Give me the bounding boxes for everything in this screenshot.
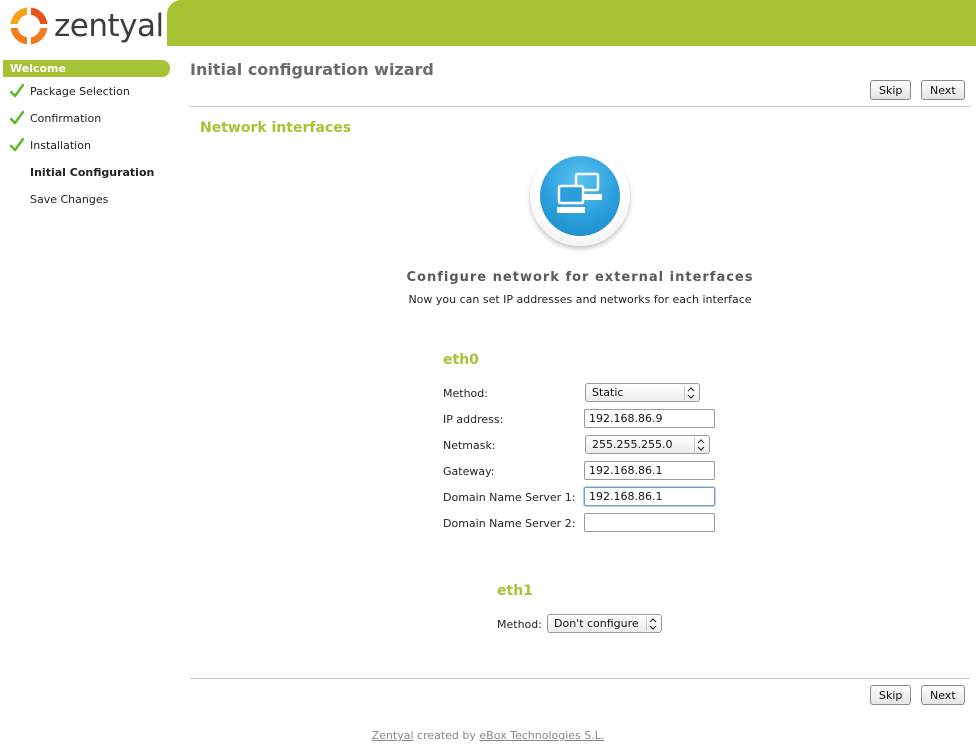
footer-created-by: created by — [417, 729, 476, 742]
eth0-dns1-input[interactable] — [584, 487, 715, 506]
eth0-method-select[interactable]: Static — [585, 383, 700, 402]
eth0-method-label: Method: — [443, 387, 488, 400]
step-label: Package Selection — [30, 85, 130, 98]
chevron-updown-icon — [694, 438, 705, 452]
eth0-title: eth0 — [443, 352, 479, 368]
sidebar: Welcome Package Selection Confirmation I… — [0, 60, 172, 218]
next-button-top[interactable]: Next — [921, 80, 965, 100]
eth1-method-label: Method: — [497, 618, 542, 631]
check-icon — [9, 110, 25, 125]
eth0-gateway-label: Gateway: — [443, 465, 495, 478]
step-label: Installation — [30, 139, 91, 152]
wizard-steps: Package Selection Confirmation Installat… — [0, 83, 172, 218]
skip-button-bottom[interactable]: Skip — [870, 685, 912, 705]
logo[interactable]: zentyal — [10, 6, 164, 46]
eth0-dns2-label: Domain Name Server 2: — [443, 517, 576, 530]
select-value: Static — [592, 386, 624, 399]
check-icon — [9, 137, 25, 152]
eth0-dns2-input[interactable] — [584, 513, 715, 532]
footer-brand-link[interactable]: Zentyal — [372, 729, 414, 742]
step-installation: Installation — [0, 137, 172, 164]
page-title: Initial configuration wizard — [190, 60, 434, 79]
computers-icon — [557, 172, 602, 213]
zentyal-logo-icon — [10, 7, 48, 45]
step-label: Confirmation — [30, 112, 102, 125]
eth0-netmask-select[interactable]: 255.255.255.0 — [585, 435, 710, 454]
eth0-gateway-input[interactable] — [584, 461, 715, 480]
step-initial-configuration: Initial Configuration — [0, 164, 172, 191]
footer-company-link[interactable]: eBox Technologies S.L. — [479, 729, 604, 742]
section-title: Network interfaces — [200, 120, 352, 136]
eth0-dns1-label: Domain Name Server 1: — [443, 491, 576, 504]
check-icon — [9, 83, 25, 98]
sidebar-welcome: Welcome — [3, 60, 170, 77]
eth1-title: eth1 — [497, 583, 533, 599]
step-label: Save Changes — [30, 193, 109, 206]
logo-area: zentyal — [0, 0, 181, 46]
logo-text: zentyal — [54, 7, 164, 44]
select-value: 255.255.255.0 — [592, 438, 673, 451]
network-icon — [530, 146, 630, 246]
eth0-netmask-label: Netmask: — [443, 439, 496, 452]
config-subtitle: Configure network for external interface… — [406, 270, 754, 285]
footer: Zentyal created by eBox Technologies S.L… — [0, 729, 976, 742]
config-description: Now you can set IP addresses and network… — [408, 293, 752, 306]
eth0-ip-label: IP address: — [443, 413, 504, 426]
eth0-ip-input[interactable] — [584, 409, 715, 428]
chevron-updown-icon — [684, 386, 695, 400]
chevron-updown-icon — [646, 617, 657, 631]
divider-top — [190, 106, 970, 107]
next-button-bottom[interactable]: Next — [921, 685, 965, 705]
select-value: Don't configure — [554, 617, 639, 630]
step-package-selection: Package Selection — [0, 83, 172, 110]
eth1-method-select[interactable]: Don't configure — [547, 614, 662, 633]
step-save-changes: Save Changes — [0, 191, 172, 218]
step-confirmation: Confirmation — [0, 110, 172, 137]
divider-bottom — [190, 678, 970, 679]
step-label: Initial Configuration — [30, 166, 155, 179]
skip-button-top[interactable]: Skip — [870, 80, 912, 100]
